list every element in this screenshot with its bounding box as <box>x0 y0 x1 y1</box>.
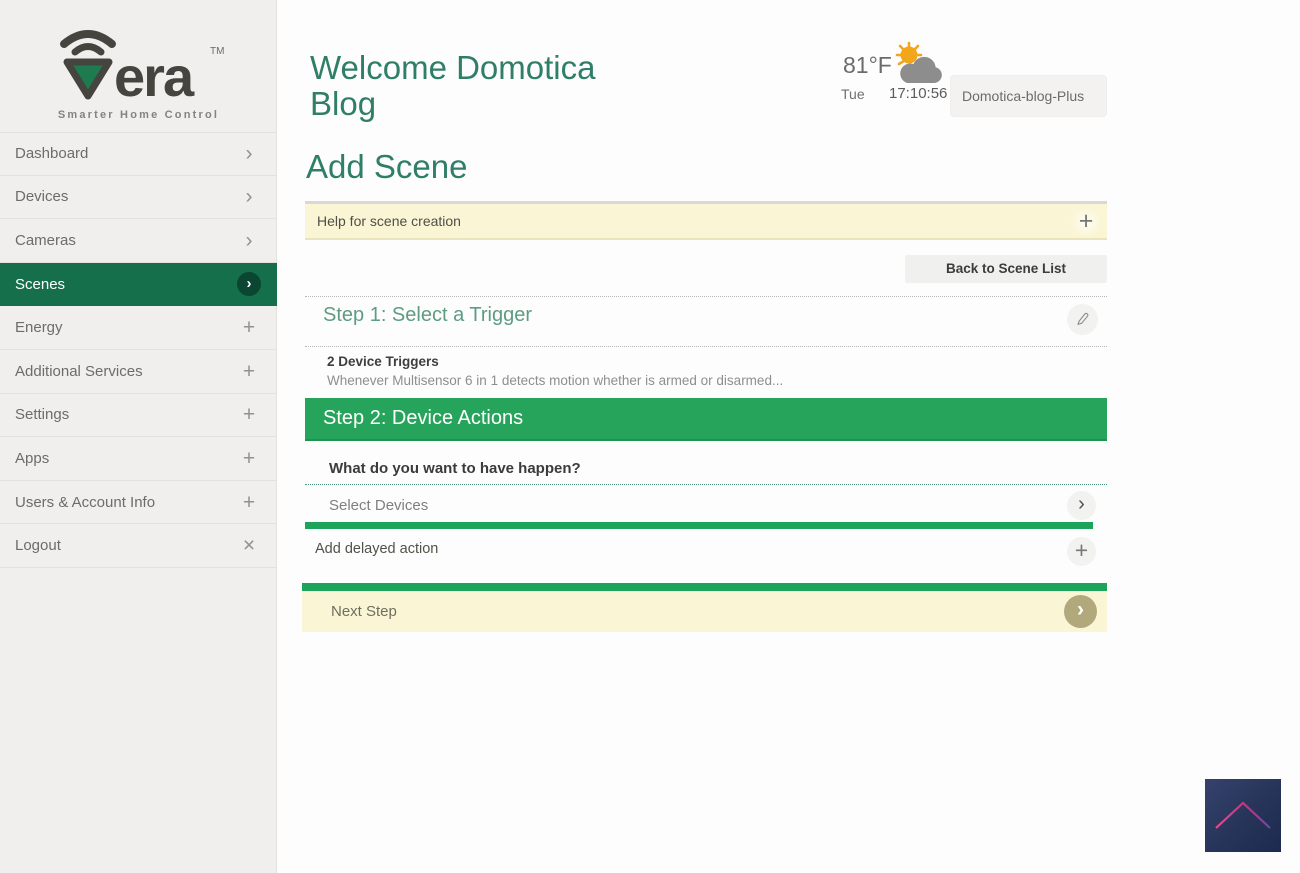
step2-heading: Step 2: Device Actions <box>305 398 1107 441</box>
next-step-chevron-button[interactable]: › <box>1064 595 1097 628</box>
sidebar-item-users-account-info[interactable]: Users & Account Info + <box>0 481 277 525</box>
trigger-summary-text: Whenever Multisensor 6 in 1 detects moti… <box>327 373 783 388</box>
pencil-icon <box>1075 312 1090 327</box>
clock-time: 17:10:56 <box>889 85 947 102</box>
close-icon: × <box>237 535 261 556</box>
svg-text:era: era <box>114 45 195 102</box>
sidebar-item-apps[interactable]: Apps + <box>0 437 277 481</box>
partly-cloudy-icon <box>891 41 945 89</box>
controller-selector[interactable]: Domotica-blog-Plus <box>950 75 1107 117</box>
weekday: Tue <box>841 86 865 102</box>
vera-logo-icon: era TM <box>50 22 228 102</box>
help-accordion[interactable]: Help for scene creation + <box>305 204 1107 240</box>
chevron-up-icon <box>1205 779 1281 852</box>
dotted-teal-divider <box>305 484 1107 485</box>
chevron-right-icon: › <box>1077 598 1084 622</box>
vera-logo: era TM Smarter Home Control <box>0 22 277 121</box>
brand-tagline: Smarter Home Control <box>0 109 277 121</box>
sidebar-item-dashboard[interactable]: Dashboard › <box>0 132 277 176</box>
sidebar: era TM Smarter Home Control Dashboard › … <box>0 0 277 873</box>
chevron-right-icon: › <box>1078 493 1085 516</box>
scroll-to-top-button[interactable] <box>1205 779 1281 852</box>
main-content: Welcome Domotica Blog 81°F Tue 17:10:56 … <box>277 0 1300 873</box>
next-step-bar[interactable]: Next Step › <box>302 591 1107 632</box>
svg-text:TM: TM <box>210 46 224 57</box>
step2-question: What do you want to have happen? <box>329 460 581 477</box>
chevron-right-icon: › <box>237 186 261 207</box>
plus-icon: + <box>237 492 261 513</box>
add-delayed-action-button[interactable]: + <box>1067 537 1096 566</box>
help-accordion-label: Help for scene creation <box>305 213 461 229</box>
green-underline <box>305 522 1093 529</box>
dotted-divider <box>305 346 1107 347</box>
edit-trigger-button[interactable] <box>1067 304 1098 335</box>
expand-plus-icon[interactable]: + <box>1071 207 1101 237</box>
chevron-right-icon: › <box>237 230 261 251</box>
plus-icon: + <box>1075 537 1088 564</box>
trigger-summary-title: 2 Device Triggers <box>327 354 439 369</box>
plus-icon: + <box>237 404 261 425</box>
green-divider-bar <box>302 583 1107 591</box>
back-to-scene-list-button[interactable]: Back to Scene List <box>905 255 1107 283</box>
temperature: 81°F <box>843 52 892 79</box>
plus-icon: + <box>237 448 261 469</box>
page-title: Add Scene <box>306 148 467 186</box>
sidebar-item-settings[interactable]: Settings + <box>0 394 277 438</box>
sidebar-menu: Dashboard › Devices › Cameras › Scenes ›… <box>0 132 277 568</box>
chevron-right-circle-icon: › <box>237 272 261 296</box>
next-step-label: Next Step <box>331 591 397 632</box>
sidebar-item-energy[interactable]: Energy + <box>0 306 277 350</box>
select-devices-chevron-button[interactable]: › <box>1067 491 1096 520</box>
chevron-right-icon: › <box>237 143 261 164</box>
welcome-title: Welcome Domotica Blog <box>310 50 640 123</box>
plus-icon: + <box>237 317 261 338</box>
sidebar-item-logout[interactable]: Logout × <box>0 524 277 568</box>
sidebar-item-scenes[interactable]: Scenes › <box>0 263 277 307</box>
select-devices-row[interactable]: Select Devices <box>329 497 428 514</box>
sidebar-item-additional-services[interactable]: Additional Services + <box>0 350 277 394</box>
plus-icon: + <box>237 361 261 382</box>
add-delayed-action-row[interactable]: Add delayed action <box>315 541 438 557</box>
sidebar-item-devices[interactable]: Devices › <box>0 176 277 220</box>
dotted-divider <box>305 296 1107 297</box>
sidebar-item-cameras[interactable]: Cameras › <box>0 219 277 263</box>
step1-heading: Step 1: Select a Trigger <box>323 304 532 327</box>
